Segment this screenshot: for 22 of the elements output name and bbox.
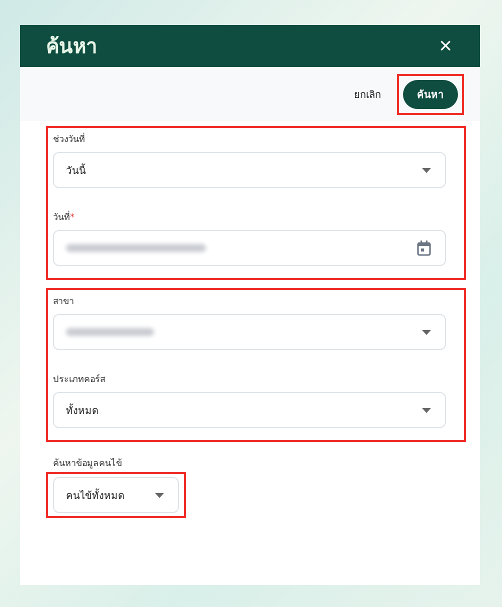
date-range-field[interactable] bbox=[53, 230, 446, 266]
field-label: ประเภทคอร์ส bbox=[53, 373, 106, 386]
field-value: วันนี้ bbox=[66, 162, 86, 178]
dropdown-select[interactable]: ทั้งหมด bbox=[53, 392, 446, 428]
dropdown-caret-icon bbox=[155, 492, 164, 498]
field-label: ช่วงวันที่ bbox=[53, 132, 446, 146]
field-label: วันที่* bbox=[53, 210, 446, 224]
search-button[interactable]: ค้นหา bbox=[403, 80, 458, 108]
dropdown-select[interactable]: คนไข้ทั้งหมด bbox=[53, 477, 179, 513]
dropdown-caret-icon bbox=[422, 408, 431, 412]
field-value: ทั้งหมด bbox=[66, 402, 98, 418]
close-button[interactable]: × bbox=[439, 35, 452, 57]
cancel-button[interactable]: ยกเลิก bbox=[348, 82, 387, 106]
dialog-title: ค้นหา bbox=[46, 33, 97, 60]
field-value: คนไข้ทั้งหมด bbox=[66, 488, 124, 502]
field-label: สาขา bbox=[53, 296, 75, 308]
dropdown-caret-icon bbox=[422, 330, 431, 334]
field-label: ค้นหาข้อมูลคนไข้ bbox=[53, 457, 122, 470]
dropdown-select[interactable] bbox=[53, 314, 446, 350]
calendar-icon[interactable] bbox=[417, 240, 431, 256]
dropdown-caret-icon bbox=[422, 168, 431, 172]
dropdown-select[interactable]: วันนี้ bbox=[53, 152, 446, 188]
